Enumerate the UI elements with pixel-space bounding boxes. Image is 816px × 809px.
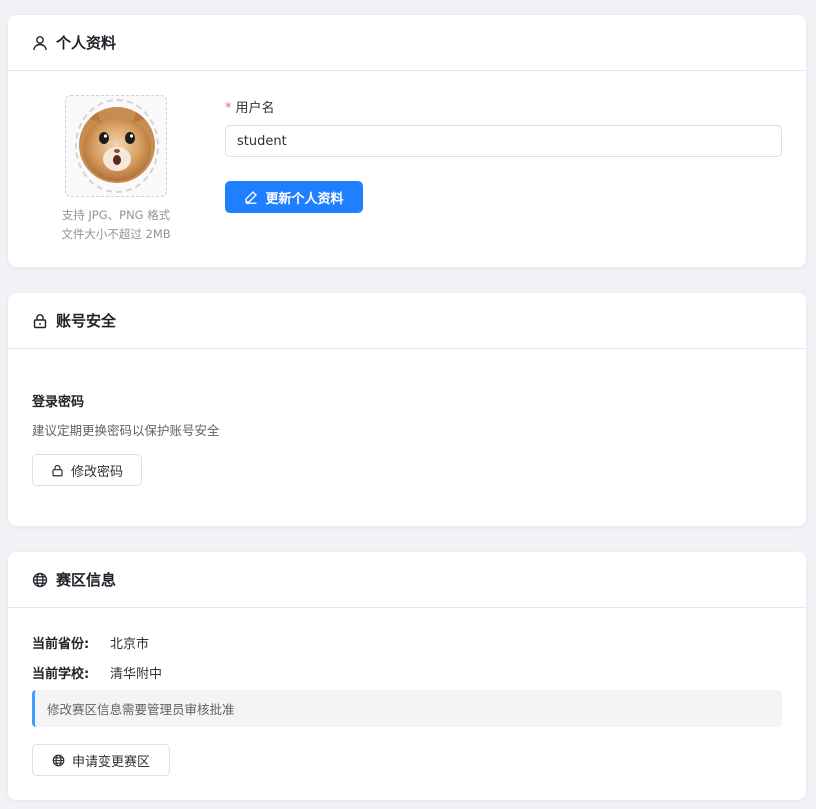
user-icon xyxy=(32,35,48,51)
required-mark: * xyxy=(225,101,232,116)
school-row: 当前学校: 清华附中 xyxy=(32,663,162,682)
request-region-change-label: 申请变更赛区 xyxy=(71,754,150,770)
lock-icon xyxy=(32,313,48,329)
region-card-title: 赛区信息 xyxy=(56,571,117,589)
profile-card-header: 个人资料 xyxy=(8,15,806,71)
username-label: * 用户名 xyxy=(225,97,275,116)
update-profile-button[interactable]: 更新个人资料 xyxy=(225,181,363,213)
password-section-title: 登录密码 xyxy=(32,395,85,410)
province-label: 当前省份: xyxy=(32,637,90,652)
province-row: 当前省份: 北京市 xyxy=(32,633,149,652)
username-input[interactable] xyxy=(225,125,782,157)
username-label-text: 用户名 xyxy=(235,101,275,116)
school-value: 清华附中 xyxy=(110,667,163,682)
request-region-change-button[interactable]: 申请变更赛区 xyxy=(32,744,170,776)
school-label: 当前学校: xyxy=(32,667,90,682)
avatar xyxy=(79,107,155,183)
profile-card-title: 个人资料 xyxy=(56,34,117,52)
change-password-button[interactable]: 修改密码 xyxy=(32,454,142,486)
avatar-size-hint: 文件大小不超过 2MB xyxy=(61,227,171,241)
change-password-label: 修改密码 xyxy=(70,464,123,480)
province-value: 北京市 xyxy=(110,637,150,652)
update-profile-label: 更新个人资料 xyxy=(265,191,344,207)
avatar-format-hint: 支持 JPG、PNG 格式 xyxy=(61,208,171,222)
region-notice: 修改赛区信息需要管理员审核批准 xyxy=(32,690,782,727)
edit-icon xyxy=(244,190,258,204)
security-card-title: 账号安全 xyxy=(56,312,117,330)
globe-icon xyxy=(52,754,65,767)
security-card-header: 账号安全 xyxy=(8,293,806,349)
profile-card: 个人资料 支持 JPG、PNG 格式 文件大小不超过 2MB * 用户名 stu… xyxy=(8,15,806,267)
avatar-uploader[interactable] xyxy=(65,95,167,197)
lock-icon xyxy=(51,464,64,477)
region-card: 赛区信息 当前省份: 北京市 当前学校: 清华附中 修改赛区信息需要管理员审核批… xyxy=(8,552,806,800)
security-card: 账号安全 登录密码 建议定期更换密码以保护账号安全 修改密码 xyxy=(8,293,806,526)
globe-icon xyxy=(32,572,48,588)
password-section-desc: 建议定期更换密码以保护账号安全 xyxy=(32,423,220,438)
region-card-header: 赛区信息 xyxy=(8,552,806,608)
